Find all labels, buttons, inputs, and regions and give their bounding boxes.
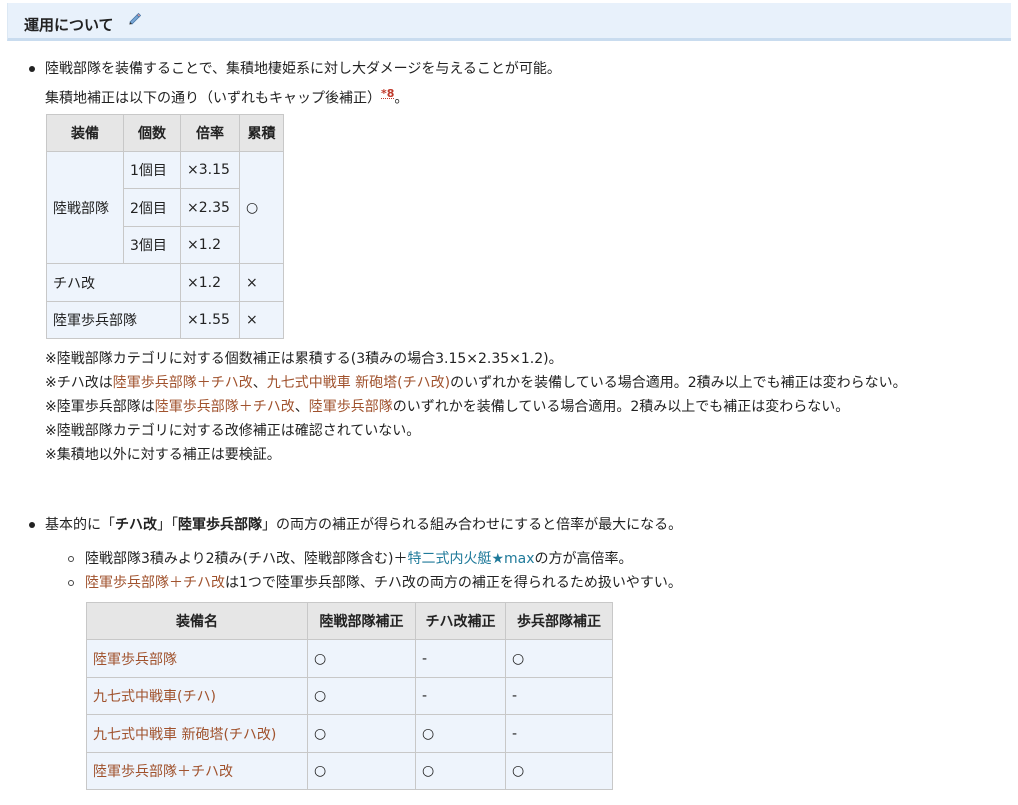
table-cell: × [239, 301, 284, 339]
table-cell: - [505, 677, 613, 715]
sub-bullet-2: 陸軍歩兵部隊＋チハ改は1つで陸軍歩兵部隊、チハ改の両方の補正を得られるため扱いや… [85, 573, 682, 593]
sub-text: 陸戦部隊3積みより2積み(チハ改、陸戦部隊含む)＋ [85, 551, 408, 567]
equipment-link[interactable]: 陸軍歩兵部隊＋チハ改 [93, 764, 233, 780]
note-5: ※集積地以外に対する補正は要検証。 [45, 447, 281, 463]
note-2: ※チハ改は陸軍歩兵部隊＋チハ改、九七式中戦車 新砲塔(チハ改)のいずれかを装備し… [45, 373, 907, 393]
footnote-link[interactable]: *8 [381, 87, 394, 100]
table-cell: ×2.35 [180, 188, 240, 227]
table-header: 陸戦部隊補正 [307, 602, 416, 640]
note-text: ※陸軍歩兵部隊は [45, 399, 155, 415]
table-cell: - [505, 714, 613, 753]
table-cell: ○ [307, 752, 416, 790]
table-cell: ○ [307, 677, 416, 715]
note-text: ※チハ改は [45, 375, 113, 391]
section-header: 運用について [7, 3, 1011, 41]
table-cell: ○ [307, 639, 416, 678]
table-cell: ×1.2 [180, 226, 240, 264]
table-cell: 陸軍歩兵部隊＋チハ改 [86, 752, 308, 790]
note-4: ※陸戦部隊カテゴリに対する改修補正は確認されていない。 [45, 423, 421, 439]
table-header: 装備名 [86, 602, 308, 640]
table-cell: 陸軍歩兵部隊 [46, 301, 181, 339]
note-text: 、 [294, 399, 309, 415]
equipment-link[interactable]: 九七式中戦車 新砲塔(チハ改) [267, 375, 450, 391]
table-cell: ×1.2 [180, 263, 240, 302]
page: 運用について 陸戦部隊を装備することで、集積地棲姫系に対し大ダメージを与えること… [0, 0, 1018, 805]
table-cell: 2個目 [123, 188, 181, 227]
table-header: 歩兵部隊補正 [505, 602, 613, 640]
bullet-2-part: 」「 [157, 517, 178, 533]
pencil-icon[interactable] [127, 11, 141, 25]
combination-table: 装備名 陸戦部隊補正 チハ改補正 歩兵部隊補正 陸軍歩兵部隊 ○ - ○ 九七式… [86, 602, 613, 790]
intro-line-2-text: 集積地補正は以下の通り（いずれもキャップ後補正） [45, 90, 381, 107]
sub-text: の方が高倍率。 [534, 551, 633, 567]
equipment-link[interactable]: 陸軍歩兵部隊＋チハ改 [155, 399, 295, 415]
table-cell: × [239, 263, 284, 302]
note-text: 、 [252, 375, 267, 391]
sub-bullet-marker [68, 580, 74, 586]
table-cell: - [415, 677, 506, 715]
bullet-2-text: 基本的に「チハ改」「陸軍歩兵部隊」の両方の補正が得られる組み合わせにすると倍率が… [45, 515, 682, 535]
table-header: 装備 [46, 114, 124, 152]
table-cell: ×3.15 [180, 151, 240, 189]
bullet-2-strong: 陸軍歩兵部隊 [178, 517, 262, 533]
correction-table: 装備 個数 倍率 累積 陸戦部隊 1個目 ×3.15 ○ 2個目 ×2.35 3… [46, 114, 284, 339]
table-cell: 九七式中戦車 新砲塔(チハ改) [86, 714, 308, 753]
bullet-2-part: 基本的に「 [45, 517, 115, 533]
table-cell: 陸戦部隊 [46, 151, 124, 264]
equipment-link[interactable]: 陸軍歩兵部隊＋チハ改 [85, 575, 225, 591]
table-cell: チハ改 [46, 263, 181, 302]
note-text: のいずれかを装備している場合適用。2積み以上でも補正は変わらない。 [392, 399, 850, 415]
section-title: 運用について [24, 16, 114, 34]
equipment-link[interactable]: 陸軍歩兵部隊＋チハ改 [113, 375, 253, 391]
table-cell: 1個目 [123, 151, 181, 189]
table-cell: 陸軍歩兵部隊 [86, 639, 308, 678]
sub-bullet-1: 陸戦部隊3積みより2積み(チハ改、陸戦部隊含む)＋特二式内火艇★maxの方が高倍… [85, 549, 633, 569]
table-cell: 3個目 [123, 226, 181, 264]
table-cell: - [415, 639, 506, 678]
table-header: 累積 [239, 114, 284, 152]
table-header: 倍率 [180, 114, 240, 152]
table-cell: ○ [415, 752, 506, 790]
intro-line-2-end: 。 [394, 90, 409, 107]
equipment-link[interactable]: 陸軍歩兵部隊 [93, 652, 177, 668]
equipment-link[interactable]: 特二式内火艇★max [407, 551, 534, 567]
bullet-2-strong: チハ改 [115, 517, 157, 533]
sub-bullet-marker [68, 556, 74, 562]
table-header: 個数 [123, 114, 181, 152]
bullet-marker [29, 522, 35, 528]
table-cell: ○ [505, 752, 613, 790]
table-cell: ○ [307, 714, 416, 753]
intro-line-1: 陸戦部隊を装備することで、集積地棲姫系に対し大ダメージを与えることが可能。 [45, 61, 561, 77]
intro-line-2: 集積地補正は以下の通り（いずれもキャップ後補正）*8。 [45, 84, 408, 109]
note-text: のいずれかを装備している場合適用。2積み以上でも補正は変わらない。 [450, 375, 907, 391]
table-header: チハ改補正 [415, 602, 506, 640]
note-3: ※陸軍歩兵部隊は陸軍歩兵部隊＋チハ改、陸軍歩兵部隊のいずれかを装備している場合適… [45, 397, 849, 417]
table-cell: ○ [415, 714, 506, 753]
table-cell: ○ [239, 151, 284, 264]
equipment-link[interactable]: 九七式中戦車(チハ) [93, 689, 216, 705]
note-1: ※陸戦部隊カテゴリに対する個数補正は累積する(3積みの場合3.15×2.35×1… [45, 351, 563, 367]
sub-text: は1つで陸軍歩兵部隊、チハ改の両方の補正を得られるため扱いやすい。 [225, 575, 682, 591]
bullet-marker [29, 66, 35, 72]
equipment-link[interactable]: 九七式中戦車 新砲塔(チハ改) [93, 727, 276, 743]
table-cell: 九七式中戦車(チハ) [86, 677, 308, 715]
equipment-link[interactable]: 陸軍歩兵部隊 [309, 399, 393, 415]
table-cell: ×1.55 [180, 301, 240, 339]
table-cell: ○ [505, 639, 613, 678]
bullet-2-part: 」の両方の補正が得られる組み合わせにすると倍率が最大になる。 [262, 517, 683, 533]
